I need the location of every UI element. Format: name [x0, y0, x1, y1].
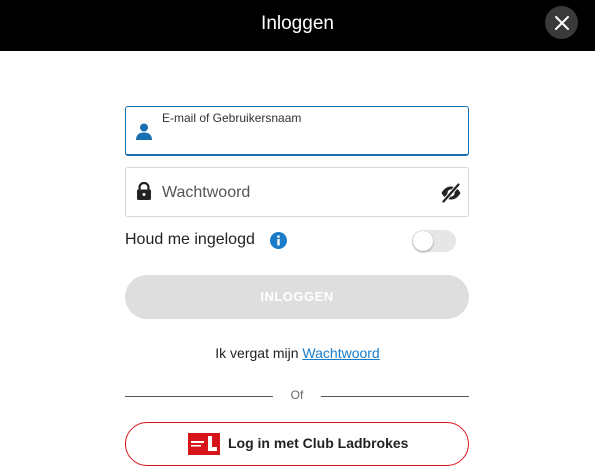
club-ladbrokes-label: Log in met Club Ladbrokes: [228, 435, 409, 451]
login-button[interactable]: INLOGGEN: [125, 275, 469, 319]
password-field[interactable]: [125, 167, 469, 217]
password-input[interactable]: [162, 180, 428, 206]
divider-line-left: [125, 396, 273, 397]
lock-icon: [137, 181, 151, 200]
remember-me-toggle[interactable]: [412, 230, 456, 252]
divider-text: Of: [290, 388, 304, 402]
user-icon: [136, 123, 152, 140]
forgot-password-row: Ik vergat mijn Wachtwoord: [0, 345, 595, 361]
modal-header: Inloggen: [0, 0, 595, 51]
close-icon: [554, 15, 569, 30]
eye-slash-icon[interactable]: [440, 182, 462, 204]
forgot-password-text: Ik vergat mijn: [215, 345, 299, 361]
modal-title: Inloggen: [261, 13, 334, 34]
toggle-knob: [413, 231, 433, 251]
close-button[interactable]: [545, 6, 578, 39]
email-field-label: E-mail of Gebruikersnaam: [162, 111, 302, 125]
club-ladbrokes-login-button[interactable]: Log in met Club Ladbrokes: [125, 422, 469, 466]
email-input[interactable]: [162, 129, 428, 151]
divider-line-right: [321, 396, 469, 397]
email-field[interactable]: E-mail of Gebruikersnaam: [125, 106, 469, 156]
remember-me-label: Houd me ingelogd: [125, 231, 255, 248]
info-icon[interactable]: [270, 232, 287, 249]
club-ladbrokes-logo: [188, 433, 220, 455]
forgot-password-link[interactable]: Wachtwoord: [302, 345, 379, 361]
remember-me-row: Houd me ingelogd: [125, 229, 469, 253]
